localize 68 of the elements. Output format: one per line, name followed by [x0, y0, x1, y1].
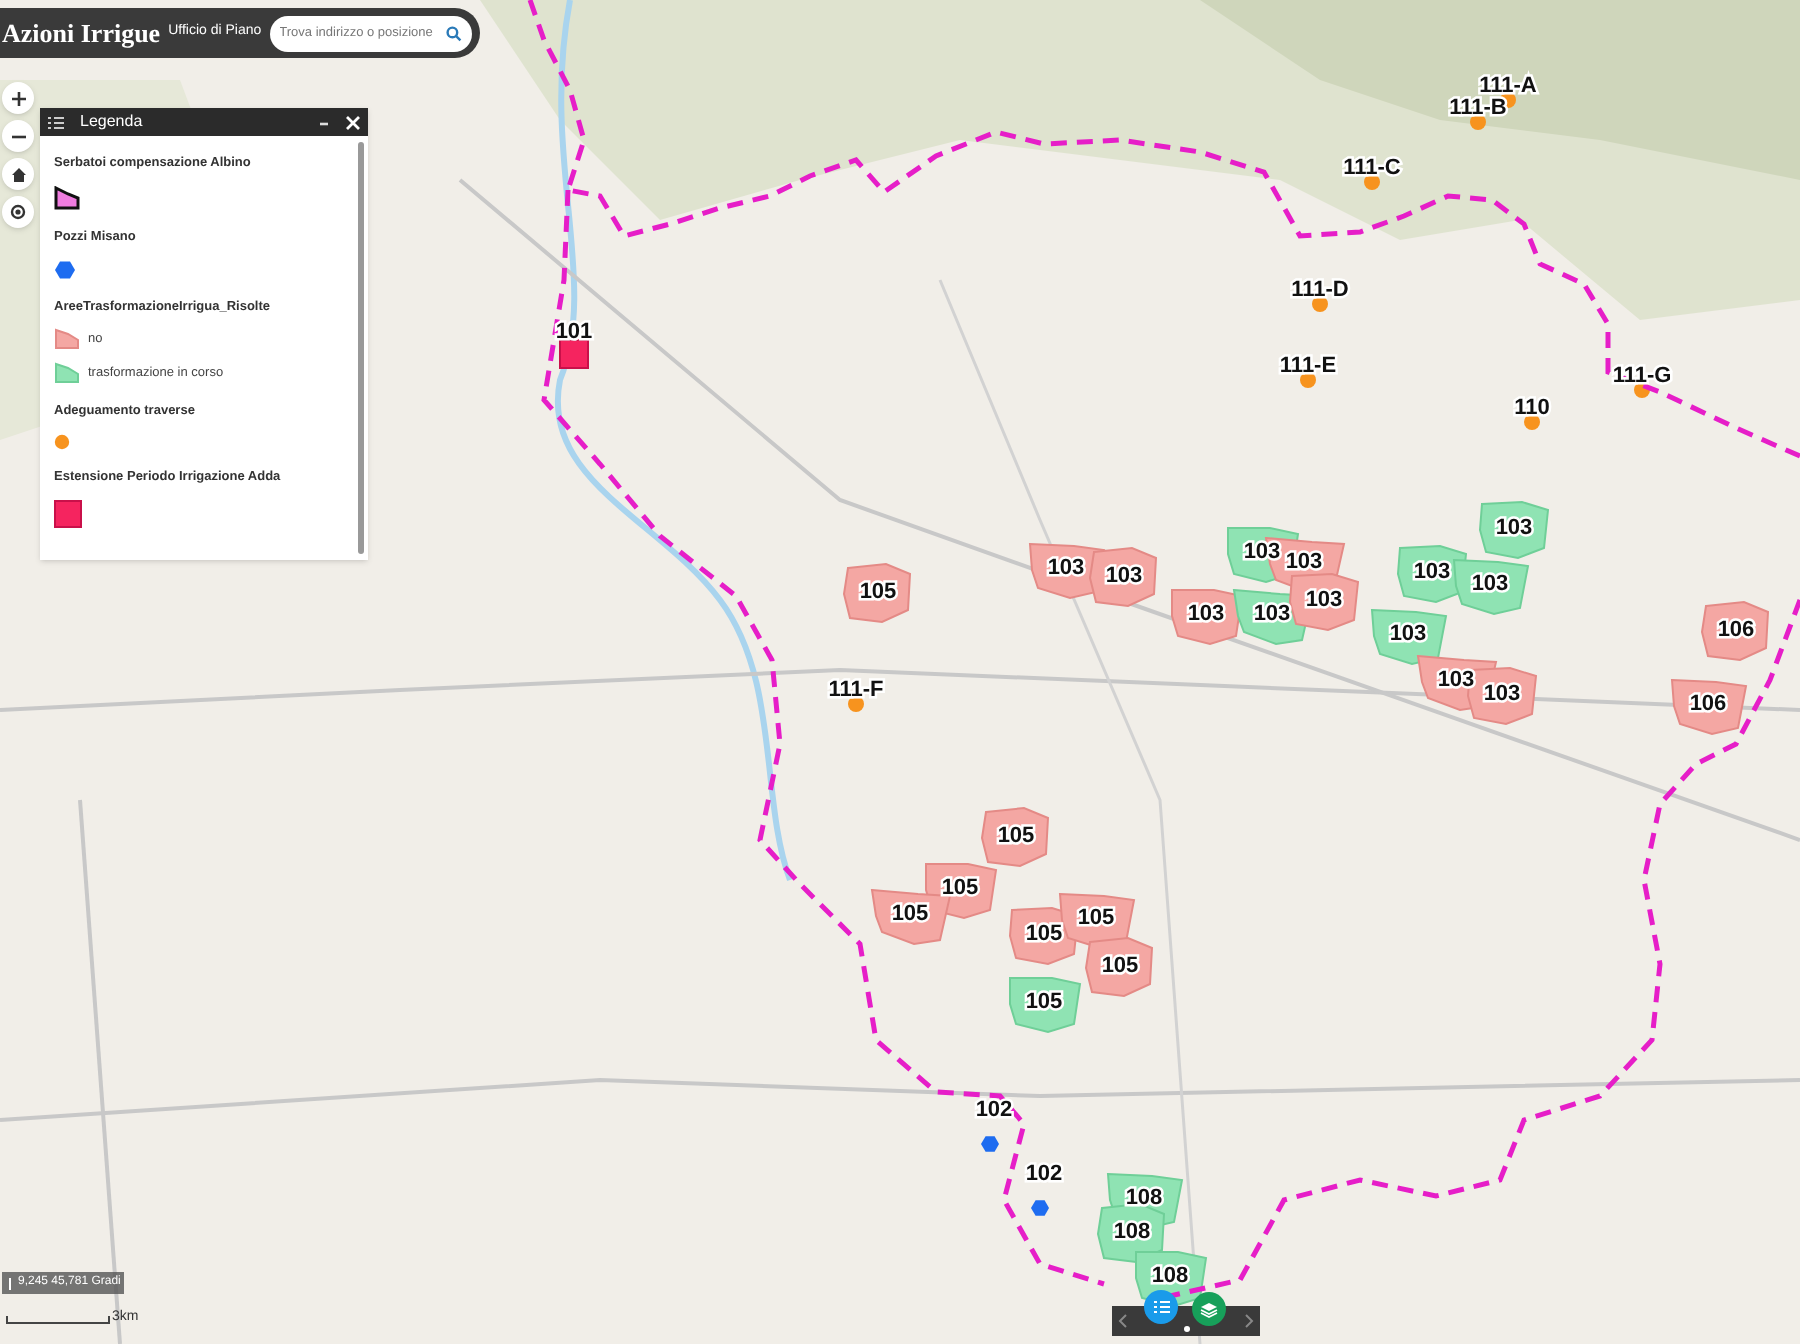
feature-label: 103: [1389, 622, 1427, 646]
feature-label: 105: [891, 902, 929, 926]
feature-label: 103: [1047, 556, 1085, 580]
feature-label: 106: [1717, 618, 1755, 642]
feature-label: 105: [859, 580, 897, 604]
home-icon: [11, 167, 25, 181]
polygon-symbol-icon: [54, 362, 80, 385]
close-icon[interactable]: [346, 115, 360, 129]
feature-label: 105: [997, 824, 1035, 848]
square-symbol-icon: [54, 499, 82, 528]
polygon-symbol-icon: [54, 185, 80, 210]
weir-dot: [1312, 296, 1328, 312]
layers-icon: [1200, 1301, 1218, 1317]
weir-dot: [1300, 372, 1316, 388]
pin-icon: [6, 1277, 14, 1289]
weir-dot: [1364, 174, 1380, 190]
feature-label: 102: [975, 1098, 1013, 1122]
list-icon: [48, 115, 64, 129]
well-hexagon: [1031, 1200, 1049, 1216]
legend-title: Legenda: [80, 110, 145, 134]
polygon-symbol-icon: [54, 328, 80, 351]
app-title: Azioni Irrigue: [2, 15, 161, 52]
feature-label: 111-F: [828, 678, 884, 702]
feature-label: 103: [1483, 682, 1521, 706]
scale-bar: [6, 1316, 110, 1324]
chevron-left-icon[interactable]: [1118, 1314, 1128, 1328]
feature-label: 105: [941, 876, 979, 900]
feature-label: 111-D: [1291, 278, 1349, 302]
weir-dot: [1524, 414, 1540, 430]
feature-label: 108: [1151, 1264, 1189, 1288]
locate-icon: [10, 204, 26, 220]
feature-label: 111-C: [1343, 156, 1401, 180]
feature-label: 105: [1101, 954, 1139, 978]
chevron-right-icon[interactable]: [1244, 1314, 1254, 1328]
feature-label: 103: [1187, 602, 1225, 626]
dot-symbol-icon: [54, 434, 70, 450]
well-hexagon: [981, 1136, 999, 1152]
feature-label: 103: [1471, 572, 1509, 596]
feature-label: 111-A: [1479, 74, 1537, 98]
feature-label: 103: [1305, 588, 1343, 612]
plus-icon: [11, 91, 25, 105]
feature-label: 103: [1243, 540, 1281, 564]
feature-label: 103: [1105, 564, 1143, 588]
weir-dot: [1634, 382, 1650, 398]
feature-label: 103: [1495, 516, 1533, 540]
feature-label: 103: [1437, 668, 1475, 692]
feature-label: 101: [555, 320, 593, 344]
hexagon-symbol-icon: [54, 259, 76, 279]
feature-label: 108: [1125, 1186, 1163, 1210]
feature-label: 111-G: [1612, 364, 1672, 388]
search-icon[interactable]: [446, 25, 462, 41]
feature-label: 103: [1253, 602, 1291, 626]
feature-label: 102: [1025, 1162, 1063, 1186]
feature-label: 105: [1025, 922, 1063, 946]
weir-dot: [848, 696, 864, 712]
scrollbar[interactable]: [358, 142, 364, 554]
feature-label: 111-B: [1449, 96, 1507, 120]
feature-label: 105: [1077, 906, 1115, 930]
feature-label: 106: [1689, 692, 1727, 716]
feature-label: 103: [1285, 550, 1323, 574]
feature-label: 110: [1514, 396, 1550, 420]
list-icon: [1153, 1300, 1169, 1314]
feature-label: 108: [1113, 1220, 1151, 1244]
feature-label: 103: [1413, 560, 1451, 584]
extension-square: [559, 339, 589, 369]
feature-label: 111-E: [1279, 354, 1337, 378]
weir-dot: [1470, 114, 1486, 130]
feature-label: 105: [1025, 990, 1063, 1014]
